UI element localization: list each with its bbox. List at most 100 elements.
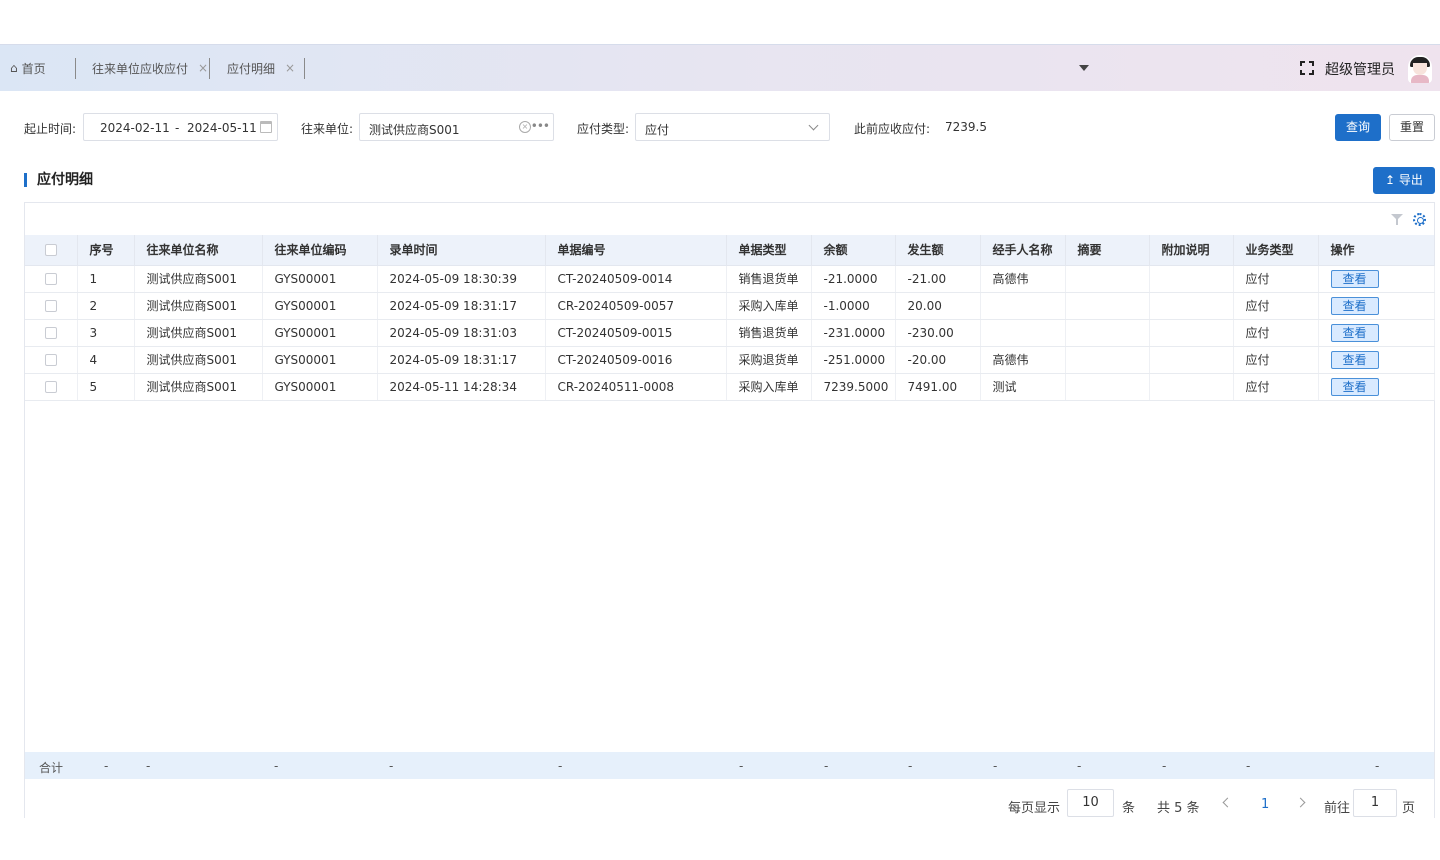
page-size-select[interactable]: 10 <box>1067 789 1114 817</box>
table-cell: -20.00 <box>895 346 981 374</box>
table-cell: 测试供应商S001 <box>134 292 263 320</box>
table-cell <box>1065 373 1150 401</box>
table-cell: 测试供应商S001 <box>134 373 263 401</box>
chevron-down-icon[interactable] <box>1079 65 1089 71</box>
tab-home[interactable]: ⌂ 首页 <box>10 45 46 91</box>
col-header[interactable]: 业务类型 <box>1233 235 1319 266</box>
username[interactable]: 超级管理员 <box>1325 59 1395 79</box>
table-cell: 应付 <box>1233 373 1319 401</box>
summary-cell: - <box>739 759 744 773</box>
row-checkbox[interactable] <box>25 346 78 374</box>
col-header[interactable]: 摘要 <box>1065 235 1150 266</box>
summary-cell: - <box>1246 759 1251 773</box>
col-header[interactable]: 序号 <box>77 235 135 266</box>
table-cell: 1 <box>77 265 135 293</box>
section-title: 应付明细 <box>24 173 93 187</box>
gear-icon[interactable] <box>1413 213 1426 226</box>
tab-receivable-payable[interactable]: 往来单位应收应付 × <box>92 45 208 91</box>
tab-payable-detail[interactable]: 应付明细 × <box>227 45 295 91</box>
date-range-label: 起止时间: <box>24 122 77 136</box>
per-page-unit: 条 <box>1122 801 1136 816</box>
tab-home-label: 首页 <box>21 61 46 76</box>
table-cell: 7239.5000 <box>811 373 896 401</box>
select-all-checkbox[interactable] <box>25 235 78 266</box>
avatar[interactable] <box>1408 55 1432 83</box>
col-header[interactable]: 单据类型 <box>726 235 812 266</box>
close-icon[interactable]: × <box>285 61 295 75</box>
fullscreen-icon[interactable] <box>1300 61 1314 75</box>
table-cell: CT-20240509-0015 <box>545 319 727 347</box>
payable-type-value: 应付 <box>645 123 670 137</box>
goto-page-input[interactable]: 1 <box>1353 789 1397 817</box>
date-start[interactable]: 2024-02-11 <box>100 121 170 135</box>
view-button[interactable]: 查看 <box>1330 350 1379 369</box>
next-page-icon[interactable] <box>1295 797 1306 808</box>
col-header[interactable]: 经手人名称 <box>980 235 1066 266</box>
table-cell: 5 <box>77 373 135 401</box>
chevron-down-icon <box>808 120 819 131</box>
view-button[interactable]: 查看 <box>1330 377 1379 396</box>
table-row[interactable]: 3 测试供应商S001 GYS00001 2024-05-09 18:31:03 CT-… <box>25 319 1435 347</box>
upload-icon: ↥ <box>1385 173 1399 187</box>
row-checkbox[interactable] <box>25 265 78 293</box>
date-range-picker[interactable]: 2024-02-11 - 2024-05-11 <box>83 113 278 141</box>
clear-icon[interactable]: × <box>519 121 531 133</box>
col-header[interactable]: 发生额 <box>895 235 981 266</box>
table-row[interactable]: 5 测试供应商S001 GYS00001 2024-05-11 14:28:34 CR-… <box>25 373 1435 401</box>
view-button[interactable]: 查看 <box>1330 323 1379 342</box>
table-cell: -21.0000 <box>811 265 896 293</box>
action-cell: 查看 <box>1318 292 1435 320</box>
current-page[interactable]: 1 <box>1261 797 1269 812</box>
pagination: 每页显示 10 条 共 5 条 1 前往 1 页 <box>25 789 1434 819</box>
table-cell: 7491.00 <box>895 373 981 401</box>
col-header[interactable]: 附加说明 <box>1149 235 1234 266</box>
action-cell: 查看 <box>1318 346 1435 374</box>
calendar-icon <box>260 121 272 133</box>
table-row[interactable]: 1 测试供应商S001 GYS00001 2024-05-09 18:30:39 CT-… <box>25 265 1435 293</box>
summary-cell: - <box>1375 759 1380 773</box>
grid-toolbar <box>1391 213 1426 226</box>
date-end[interactable]: 2024-05-11 <box>187 121 257 135</box>
view-button[interactable]: 查看 <box>1330 269 1379 288</box>
row-checkbox[interactable] <box>25 373 78 401</box>
summary-row: 合计 - - - - - - - - - - - - - <box>25 752 1434 779</box>
summary-cell: - <box>908 759 913 773</box>
action-cell: 查看 <box>1318 373 1435 401</box>
col-header[interactable]: 单据编号 <box>545 235 727 266</box>
export-button-label: 导出 <box>1398 173 1423 187</box>
table-cell: 2024-05-11 14:28:34 <box>377 373 546 401</box>
export-button[interactable]: ↥ 导出 <box>1373 167 1435 194</box>
table-cell: 高德伟 <box>980 346 1066 374</box>
col-header[interactable]: 余额 <box>811 235 896 266</box>
row-checkbox[interactable] <box>25 319 78 347</box>
view-button[interactable]: 查看 <box>1330 296 1379 315</box>
table-cell: 应付 <box>1233 292 1319 320</box>
col-header[interactable]: 往来单位编码 <box>262 235 378 266</box>
payable-type-select[interactable]: 应付 <box>635 113 830 141</box>
col-header[interactable]: 操作 <box>1318 235 1435 266</box>
table-row[interactable]: 4 测试供应商S001 GYS00001 2024-05-09 18:31:17 CT-… <box>25 346 1435 374</box>
table-cell: CR-20240509-0057 <box>545 292 727 320</box>
table-cell <box>1149 373 1234 401</box>
tab-divider <box>75 58 76 79</box>
goto-label: 前往 <box>1324 801 1351 816</box>
prev-page-icon[interactable] <box>1222 797 1233 808</box>
query-button[interactable]: 查询 <box>1335 114 1381 141</box>
table-row[interactable]: 2 测试供应商S001 GYS00001 2024-05-09 18:31:17 CR-… <box>25 292 1435 320</box>
goto-unit: 页 <box>1402 801 1416 816</box>
table-cell: 应付 <box>1233 265 1319 293</box>
row-checkbox[interactable] <box>25 292 78 320</box>
close-icon[interactable]: × <box>198 61 208 75</box>
col-header[interactable]: 往来单位名称 <box>134 235 263 266</box>
col-header[interactable]: 录单时间 <box>377 235 546 266</box>
reset-button[interactable]: 重置 <box>1389 114 1435 141</box>
partner-unit-field[interactable]: 测试供应商S001 × ••• <box>359 113 554 141</box>
filter-icon[interactable] <box>1391 213 1403 225</box>
more-icon[interactable]: ••• <box>531 119 550 133</box>
summary-cell: - <box>824 759 829 773</box>
table-cell <box>1065 292 1150 320</box>
tab-divider <box>209 58 210 79</box>
table-cell: 采购入库单 <box>726 373 812 401</box>
partner-unit-value: 测试供应商S001 <box>369 123 460 137</box>
table-cell: CT-20240509-0016 <box>545 346 727 374</box>
